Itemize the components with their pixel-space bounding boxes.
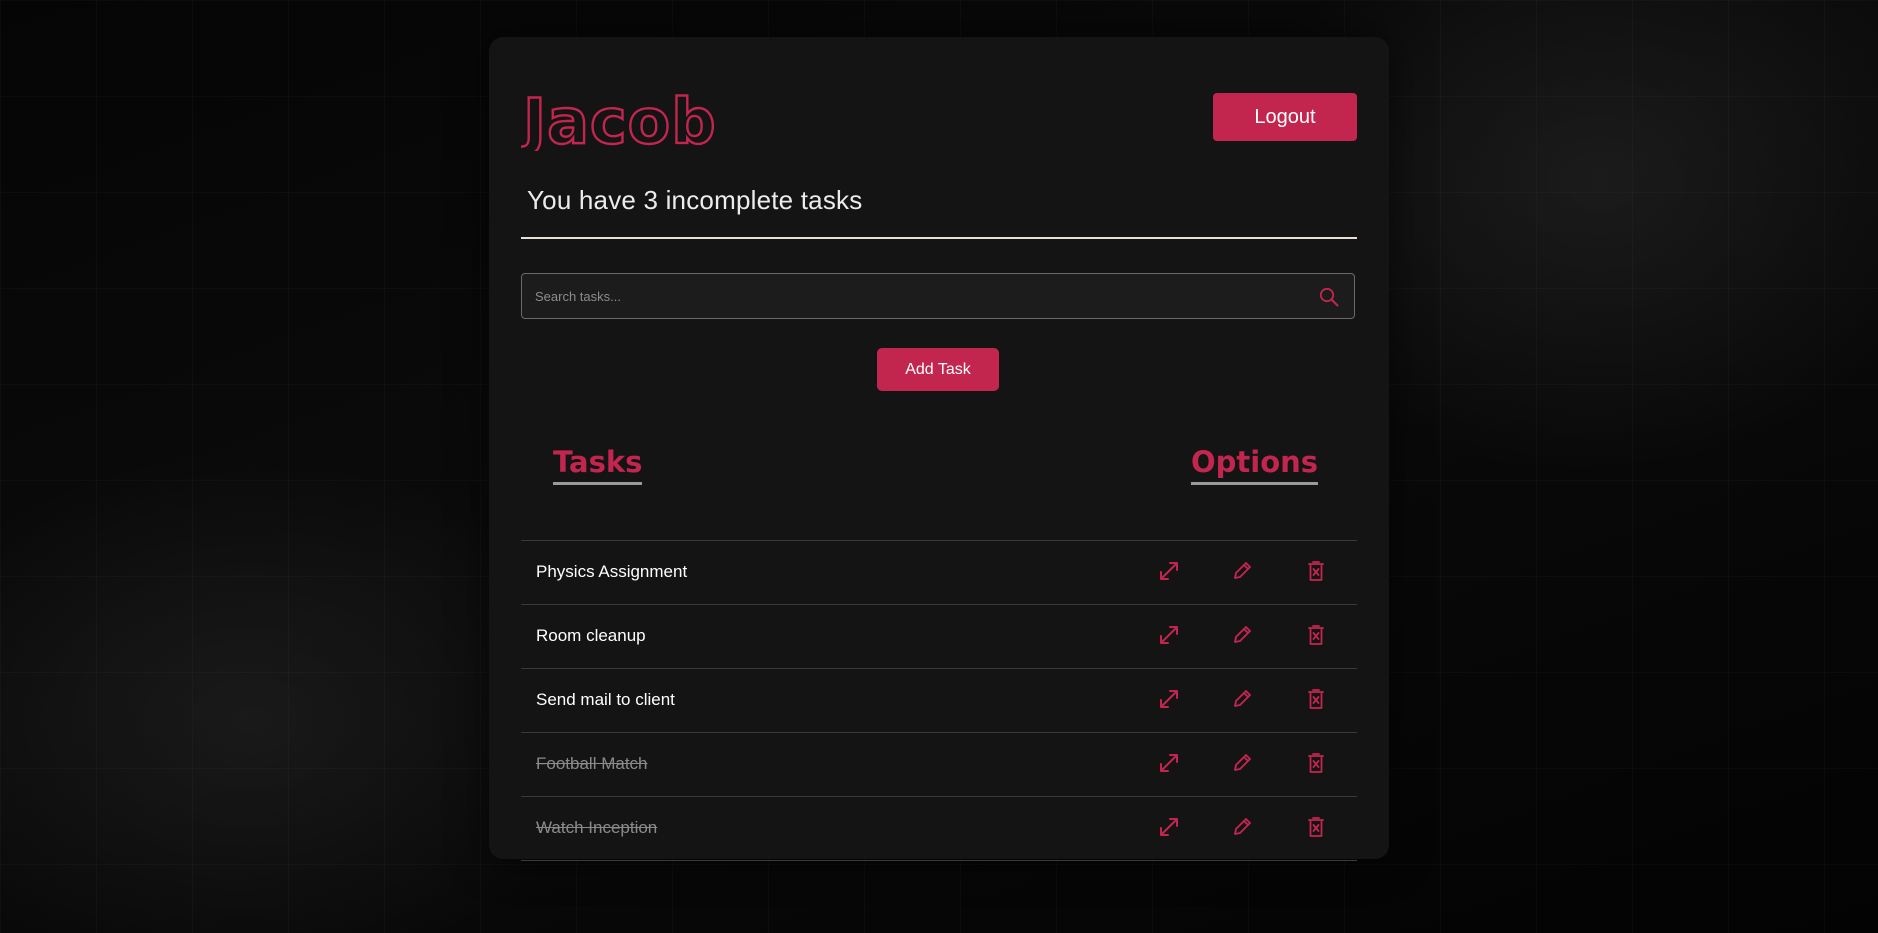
search-icon[interactable]: [1318, 286, 1340, 308]
search-bar: [521, 273, 1355, 319]
task-row: Room cleanup: [521, 604, 1357, 668]
expand-icon[interactable]: [1157, 815, 1181, 839]
search-input[interactable]: [522, 274, 1302, 318]
tasks-column-header: Tasks: [553, 444, 643, 485]
task-name[interactable]: Football Match: [536, 754, 648, 774]
task-name[interactable]: Watch Inception: [536, 818, 657, 838]
task-list: Physics Assignment Room cleanup Send mai…: [521, 540, 1357, 861]
task-name[interactable]: Send mail to client: [536, 690, 675, 710]
task-name[interactable]: Room cleanup: [536, 626, 646, 646]
options-column-header: Options: [1191, 444, 1319, 485]
task-row-completed: Watch Inception: [521, 796, 1357, 861]
delete-icon[interactable]: [1304, 559, 1328, 583]
delete-icon[interactable]: [1304, 815, 1328, 839]
expand-icon[interactable]: [1157, 559, 1181, 583]
add-task-button[interactable]: Add Task: [877, 348, 999, 391]
delete-icon[interactable]: [1304, 751, 1328, 775]
expand-icon[interactable]: [1157, 687, 1181, 711]
username-text: Jacob: [521, 87, 717, 151]
todo-card: Jacob Logout You have 3 incomplete tasks…: [489, 37, 1389, 861]
task-row: Send mail to client: [521, 668, 1357, 732]
task-row: Physics Assignment: [521, 540, 1357, 604]
edit-pencil-icon[interactable]: [1230, 815, 1254, 839]
edit-pencil-icon[interactable]: [1230, 751, 1254, 775]
username-logo: Jacob: [521, 87, 721, 151]
expand-icon[interactable]: [1157, 623, 1181, 647]
edit-pencil-icon[interactable]: [1230, 559, 1254, 583]
edit-pencil-icon[interactable]: [1230, 687, 1254, 711]
task-name[interactable]: Physics Assignment: [536, 562, 687, 582]
expand-icon[interactable]: [1157, 751, 1181, 775]
incomplete-tasks-message: You have 3 incomplete tasks: [527, 185, 863, 215]
task-row-completed: Football Match: [521, 732, 1357, 796]
logout-button[interactable]: Logout: [1213, 93, 1357, 141]
delete-icon[interactable]: [1304, 687, 1328, 711]
header-divider: [521, 237, 1357, 239]
delete-icon[interactable]: [1304, 623, 1328, 647]
edit-pencil-icon[interactable]: [1230, 623, 1254, 647]
